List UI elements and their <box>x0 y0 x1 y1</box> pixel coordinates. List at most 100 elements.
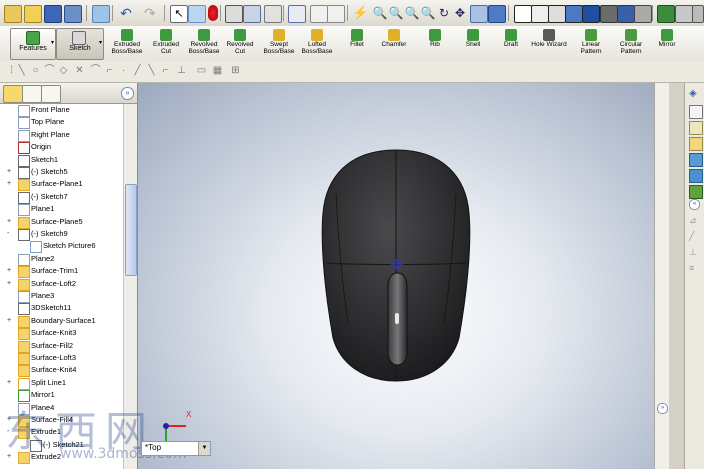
shadows-icon[interactable] <box>600 5 618 23</box>
equal-icon[interactable]: ≡ <box>689 263 701 275</box>
home-icon[interactable] <box>689 105 703 119</box>
tree-item[interactable]: Plane2 <box>0 253 123 266</box>
tree-item[interactable]: + Surface-Loft2 <box>0 278 123 291</box>
tree-item[interactable]: Plane3 <box>0 290 123 303</box>
tree-expand-icon[interactable]: + <box>7 317 13 324</box>
tree-item[interactable]: Sketch Picture6 <box>0 240 123 254</box>
tab-sketch[interactable]: Sketch ▾ <box>56 28 104 60</box>
scene-icon[interactable] <box>675 5 693 23</box>
tree-expand-icon[interactable]: + <box>7 168 13 175</box>
zoom-in-out-icon[interactable]: 🔍 <box>404 5 420 21</box>
design-library-icon[interactable] <box>689 121 703 135</box>
command-sweep[interactable]: Swept Boss/Base <box>260 28 298 58</box>
scrollbar-thumb[interactable] <box>125 184 137 276</box>
tree-item[interactable]: 3DSketch11 <box>0 302 123 316</box>
tree-item[interactable]: + Surface-Trim1 <box>0 265 123 279</box>
grid-options-icon[interactable] <box>225 5 243 23</box>
fillet-sketch-icon[interactable]: ⌐ <box>160 65 171 76</box>
command-extrude-boss[interactable]: Extruded Boss/Base <box>108 28 146 58</box>
perspective-icon[interactable] <box>634 5 652 23</box>
tree-item[interactable]: + Boundary-Surface1 <box>0 315 123 328</box>
pan-icon[interactable]: ✥ <box>452 5 468 21</box>
options-icon[interactable] <box>264 5 282 23</box>
command-loft[interactable]: Lofted Boss/Base <box>299 28 335 58</box>
wireframe-icon[interactable] <box>514 5 532 23</box>
shaded-with-edges-icon[interactable] <box>565 5 583 23</box>
command-fillet[interactable]: Fillet <box>344 28 370 58</box>
standard-views-icon[interactable] <box>470 5 488 23</box>
tree-item[interactable]: - (-) Sketch9 <box>0 228 123 241</box>
zoom-area-icon[interactable]: 🔍 <box>388 5 404 21</box>
render-tools-icon[interactable] <box>692 5 704 23</box>
line-icon[interactable]: ╲ <box>16 65 27 76</box>
appearances-icon[interactable] <box>689 185 703 199</box>
feature-manager-tab-icon[interactable] <box>3 85 23 103</box>
offset-icon[interactable]: ╱ <box>132 65 143 76</box>
save-icon[interactable] <box>44 5 62 23</box>
tree-item[interactable]: Surface-Knit3 <box>0 327 123 341</box>
sketch-relations-icon[interactable]: ⊿ <box>689 215 701 227</box>
chevron-down-icon[interactable]: ▼ <box>198 442 210 455</box>
smart-dimension-icon[interactable]: ⊞ <box>230 65 241 76</box>
centerline-icon[interactable]: ╲ <box>146 65 157 76</box>
command-shell[interactable]: Shell <box>458 28 488 58</box>
appearance-icon[interactable] <box>657 5 675 23</box>
tree-item[interactable]: + (-) Sketch5 <box>0 166 123 179</box>
tree-item[interactable]: Surface-Knit4 <box>0 364 123 378</box>
command-draft[interactable]: Draft <box>497 28 525 58</box>
command-mirror[interactable]: Mirror <box>652 28 682 58</box>
command-chamfer[interactable]: Chamfer <box>372 28 416 58</box>
configuration-manager-tab-icon[interactable] <box>41 85 61 103</box>
tree-item[interactable]: Plane1 <box>0 203 123 217</box>
customize-icon[interactable] <box>310 5 328 23</box>
shaded-icon[interactable] <box>582 5 600 23</box>
tree-item[interactable]: Top Plane <box>0 116 123 130</box>
polygon-icon[interactable]: ◇ <box>58 65 69 76</box>
command-circular-pattern[interactable]: Circular Pattern <box>612 28 650 58</box>
zoom-selection-icon[interactable]: 🔍 <box>420 5 436 21</box>
constraint-icon[interactable]: ⊥ <box>689 247 701 259</box>
mouse-model[interactable] <box>321 149 471 382</box>
property-manager-tab-icon[interactable] <box>22 85 42 103</box>
mirror-sketch-icon[interactable]: ⊥ <box>176 65 187 76</box>
collapse-panel-icon[interactable]: » <box>121 87 134 100</box>
rectangle-icon[interactable]: ▭ <box>196 65 207 76</box>
search-icon[interactable] <box>689 153 703 167</box>
tree-expand-icon[interactable]: + <box>7 379 13 386</box>
view-orientation-icon[interactable] <box>488 5 506 23</box>
tree-item[interactable]: + Surface-Plane1 <box>0 178 123 192</box>
circle-icon[interactable]: ○ <box>30 65 41 76</box>
command-extrude-cut[interactable]: Extruded Cut <box>148 28 184 58</box>
trim-icon[interactable]: ⌒ <box>90 65 101 76</box>
rotate-view-icon[interactable]: ↻ <box>436 5 452 21</box>
right-scroll-strip[interactable]: » <box>654 83 669 469</box>
tree-expand-icon[interactable]: + <box>7 280 13 287</box>
tree-item[interactable]: Surface-Fill2 <box>0 340 123 353</box>
tree-item[interactable]: Front Plane <box>0 104 123 117</box>
extend-icon[interactable]: ⌐ <box>104 65 115 76</box>
dimension-icon[interactable]: ╱ <box>689 231 701 243</box>
expand-pane-icon[interactable]: » <box>657 403 668 414</box>
copy-icon[interactable] <box>92 5 110 23</box>
command-rib[interactable]: Rib <box>420 28 450 58</box>
magic-wand-icon[interactable]: ⚡ <box>352 5 368 21</box>
tree-item[interactable]: + Split Line1 <box>0 377 123 390</box>
undo-icon[interactable]: ↶ <box>118 5 134 21</box>
tree-item[interactable]: Sketch1 <box>0 154 123 167</box>
tree-item[interactable]: (-) Sketch7 <box>0 191 123 204</box>
collapse-task-pane-icon[interactable]: « <box>689 199 700 210</box>
tree-item[interactable]: Right Plane <box>0 129 123 142</box>
command-revolve-cut[interactable]: Revolved Cut <box>223 28 257 58</box>
traffic-light-icon[interactable] <box>208 5 218 21</box>
print-icon[interactable] <box>64 5 82 23</box>
window-icon[interactable] <box>288 5 306 23</box>
tab-features[interactable]: Features ▾ <box>10 28 56 60</box>
graphics-viewport[interactable]: X <box>138 83 654 469</box>
section-view-icon[interactable] <box>617 5 635 23</box>
rebuild-icon[interactable] <box>188 5 206 23</box>
layers-icon[interactable] <box>243 5 261 23</box>
hidden-lines-removed-icon[interactable] <box>548 5 566 23</box>
model-canvas[interactable]: X <box>138 83 654 469</box>
tree-item[interactable]: Origin <box>0 141 123 155</box>
hidden-lines-visible-icon[interactable] <box>531 5 549 23</box>
